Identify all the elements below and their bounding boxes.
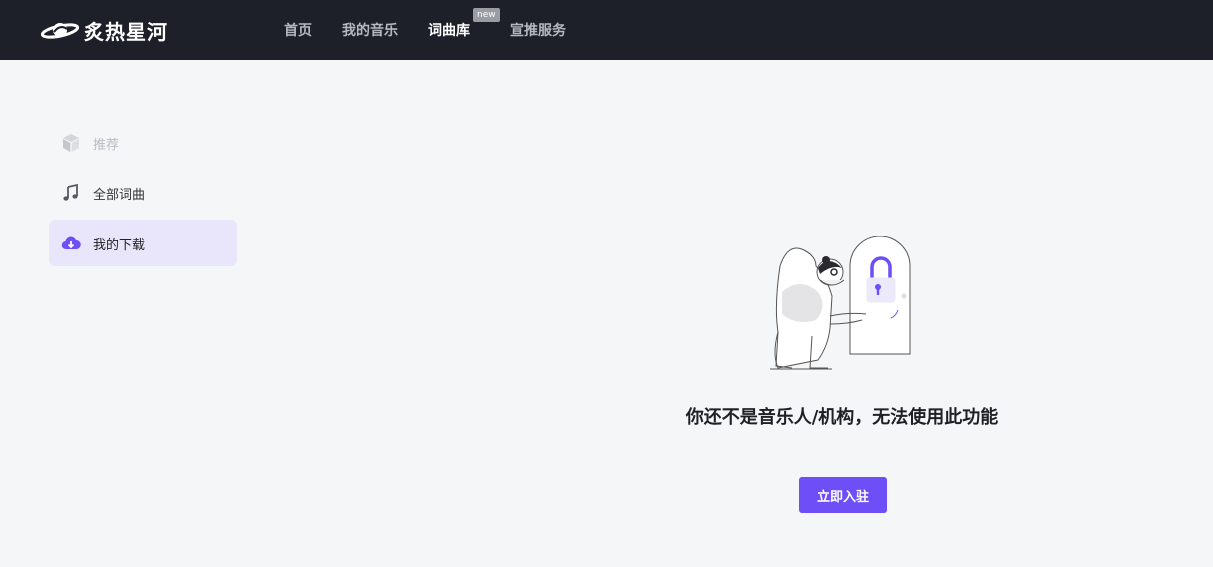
- no-permission-message: 你还不是音乐人/机构，无法使用此功能: [685, 407, 999, 428]
- top-navbar: 炙热星河 首页 我的音乐 词曲库 new 宣推服务: [0, 0, 1213, 60]
- locked-door-illustration: [770, 235, 916, 372]
- sidebar-item-all-songs[interactable]: 全部词曲: [49, 170, 237, 216]
- nav-my-music[interactable]: 我的音乐: [342, 20, 398, 40]
- sidebar: 推荐 全部词曲 我的下载: [49, 120, 237, 270]
- nav-promotion[interactable]: 宣推服务: [510, 20, 566, 40]
- sidebar-item-label: 推荐: [93, 137, 120, 153]
- music-note-icon: [61, 183, 81, 203]
- sidebar-item-my-downloads[interactable]: 我的下载: [49, 220, 237, 266]
- planet-icon: [40, 23, 80, 39]
- brand-name: 炙热星河: [84, 19, 168, 44]
- brand-logo[interactable]: 炙热星河: [40, 16, 168, 44]
- cube-icon: [61, 133, 81, 153]
- cloud-download-icon: [61, 233, 81, 253]
- nav-lyrics-library-label: 词曲库: [428, 23, 470, 39]
- nav-lyrics-library[interactable]: 词曲库 new: [428, 8, 500, 40]
- sidebar-item-label: 我的下载: [93, 237, 146, 253]
- sidebar-item-recommend[interactable]: 推荐: [49, 120, 237, 166]
- join-now-button[interactable]: 立即入驻: [799, 477, 887, 513]
- new-badge: new: [473, 8, 500, 22]
- nav-home[interactable]: 首页: [284, 20, 312, 40]
- sidebar-item-label: 全部词曲: [93, 187, 146, 203]
- main-nav: 首页 我的音乐 词曲库 new 宣推服务: [284, 0, 596, 60]
